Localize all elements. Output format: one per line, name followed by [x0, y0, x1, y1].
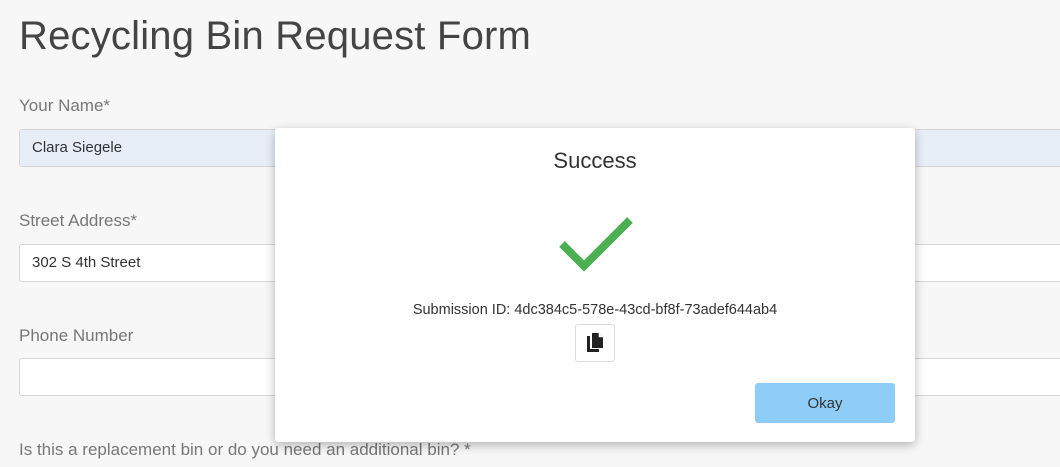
okay-button[interactable]: Okay [755, 383, 895, 423]
success-modal: Success Submission ID: 4dc384c5-578e-43c… [275, 128, 915, 442]
checkmark-icon [559, 217, 633, 272]
submission-id-value: 4dc384c5-578e-43cd-bf8f-73adef644ab4 [514, 302, 778, 318]
modal-overlay: Success Submission ID: 4dc384c5-578e-43c… [0, 0, 1060, 467]
submission-id-line: Submission ID: 4dc384c5-578e-43cd-bf8f-7… [275, 302, 915, 318]
modal-title: Success [553, 148, 637, 173]
copy-icon [587, 333, 603, 352]
copy-button[interactable] [575, 324, 615, 362]
submission-id-prefix: Submission ID: [412, 302, 515, 318]
